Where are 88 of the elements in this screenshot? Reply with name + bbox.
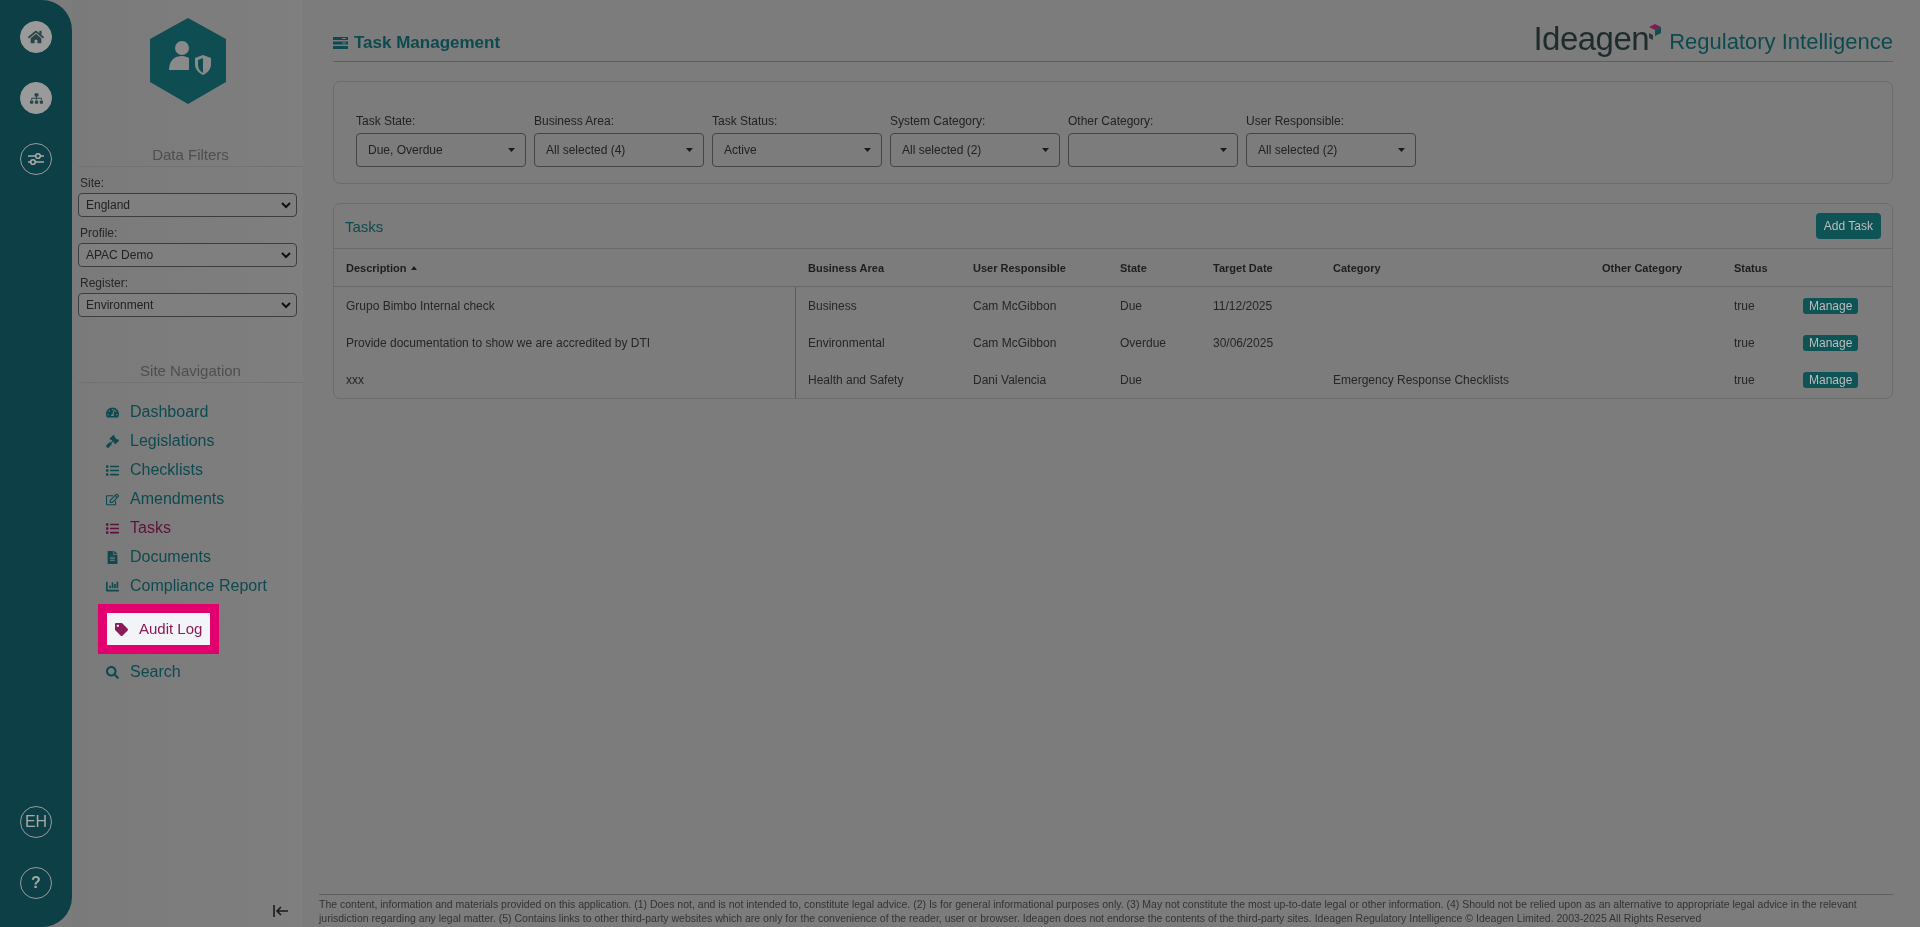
product-name: Regulatory Intelligence <box>1669 31 1893 55</box>
nav-item[interactable]: Legislations <box>106 430 215 452</box>
caret-icon <box>1220 148 1227 152</box>
select-field[interactable]: England <box>78 193 297 217</box>
filter-label: Profile: <box>80 226 119 240</box>
select-field[interactable]: APAC Demo <box>78 243 297 267</box>
list-icon <box>106 463 120 477</box>
table-cell: xxx <box>346 361 796 398</box>
tag-icon <box>115 622 129 636</box>
filter-label: System Category: <box>890 114 987 128</box>
tasks-icon <box>333 37 348 49</box>
dropdown-field[interactable]: Due, Overdue <box>356 133 526 167</box>
nav-item[interactable]: Dashboard <box>106 401 209 423</box>
document-icon <box>106 550 120 564</box>
column-header[interactable]: User Responsible <box>973 261 1120 274</box>
caret-icon <box>508 148 515 152</box>
caret-icon <box>686 148 693 152</box>
table-cell-text: Environmental <box>808 334 886 352</box>
filter-label: Site: <box>80 176 105 190</box>
chevron-down-icon <box>281 251 291 259</box>
table-cell-text: Dani Valencia <box>973 371 1048 389</box>
add-task-button[interactable]: Add Task <box>1815 213 1881 239</box>
filter-label: Business Area: <box>534 114 616 128</box>
column-header[interactable]: Category <box>1333 261 1602 274</box>
dropdown-field[interactable]: All selected (2) <box>890 133 1060 167</box>
nav-item[interactable]: Checklists <box>106 459 203 481</box>
disclaimer-text: The content, information and materials provided on this application. (1) Does not, and is not intended to, constitute legal advice. (2) Is for general informational purposes only. (3) May not constitute the most up-to-date legal or other information. (4) Should not be relied upon as an alternative to appropriate legal advice in the relevant jurisdiction regarding any legal matter. (5) Contains links to other third-party websites which are only for the convenience of the reader, user or browser. Ideagen does not endorse the contents of the third-party sites. Ideagen Regulatory Intelligence © Ideagen Limited. 2003-2025 All Rights Reserved <box>319 894 1893 927</box>
table-cell-text: true <box>1734 371 1756 389</box>
column-header[interactable]: Business Area <box>808 261 973 274</box>
table-cell-text: Due <box>1120 371 1143 389</box>
hierarchy-icon <box>29 91 43 105</box>
search-icon <box>106 665 120 679</box>
nav-item[interactable]: Search <box>106 661 181 683</box>
table-cell-text: 11/12/2025 <box>1213 297 1274 315</box>
nav-item[interactable]: Compliance Report <box>106 575 267 597</box>
column-header[interactable]: Status <box>1734 261 1803 274</box>
page-title-text: Task Management <box>354 33 501 53</box>
gavel-icon <box>106 434 120 448</box>
filter-label: Task State: <box>356 114 417 128</box>
manage-button[interactable]: Manage <box>1803 297 1859 314</box>
sliders-icon <box>27 152 45 166</box>
caret-icon <box>1398 148 1405 152</box>
dropdown-field[interactable]: All selected (4) <box>534 133 704 167</box>
home-button[interactable] <box>20 21 52 53</box>
caret-icon <box>864 148 871 152</box>
manage-button[interactable]: Manage <box>1803 334 1859 351</box>
tasks-icon <box>106 521 120 535</box>
chevron-down-icon <box>281 301 291 309</box>
cube-logo-icon <box>1649 24 1662 40</box>
table-cell-text: true <box>1734 297 1756 315</box>
table-cell-text: Due <box>1120 297 1143 315</box>
nav-item[interactable]: Documents <box>106 546 211 568</box>
table-cell-text: Cam McGibbon <box>973 334 1058 352</box>
table-cell-text: Overdue <box>1120 334 1168 352</box>
column-header[interactable]: Target Date <box>1213 261 1333 274</box>
table-cell-text: Emergency Response Checklists <box>1333 371 1511 389</box>
nav-item[interactable]: Tasks <box>106 517 171 539</box>
hierarchy-button[interactable] <box>20 82 52 114</box>
home-icon <box>28 29 44 45</box>
dashboard-icon <box>106 405 120 419</box>
table-cell-text: Business <box>808 297 858 315</box>
select-field[interactable]: Environment <box>78 293 297 317</box>
table-cell-text: Cam McGibbon <box>973 297 1058 315</box>
filter-label: Other Category: <box>1068 114 1155 128</box>
dropdown-field[interactable]: All selected (2) <box>1246 133 1416 167</box>
table-cell-text: true <box>1734 334 1756 352</box>
sort-icon <box>410 265 417 270</box>
chevron-down-icon <box>281 201 291 209</box>
table-cell-text: Health and Safety <box>808 371 905 389</box>
column-header[interactable]: State <box>1120 261 1213 274</box>
caret-icon <box>1042 148 1049 152</box>
panel-title: Tasks <box>345 217 384 235</box>
table-cell-text: 30/06/2025 <box>1213 334 1275 352</box>
chart-icon <box>106 579 120 593</box>
dropdown-field[interactable]: Active <box>712 133 882 167</box>
table-cell: Grupo Bimbo Internal check <box>346 287 796 324</box>
nav-item[interactable]: Audit Log <box>98 604 220 654</box>
dropdown-field[interactable] <box>1068 133 1238 167</box>
nav-item[interactable]: Amendments <box>106 488 225 510</box>
filter-label: User Responsible: <box>1246 114 1346 128</box>
manage-button[interactable]: Manage <box>1803 371 1859 388</box>
filter-label: Register: <box>80 276 130 290</box>
filter-label: Task Status: <box>712 114 779 128</box>
brand-name: Ideagen <box>1533 22 1650 55</box>
column-header[interactable]: Other Category <box>1602 261 1734 274</box>
table-cell: Provide documentation to show we are accredited by DTI <box>346 324 796 361</box>
edit-icon <box>106 492 120 506</box>
column-header[interactable]: Description <box>346 261 808 274</box>
